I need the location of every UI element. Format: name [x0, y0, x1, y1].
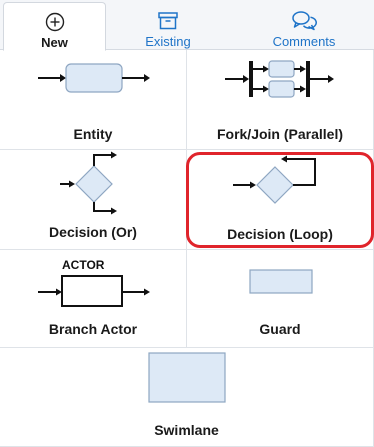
guard-label: Guard: [259, 321, 301, 337]
shape-entity[interactable]: Entity: [0, 50, 187, 150]
tab-existing-label: Existing: [145, 34, 191, 49]
shape-branch-actor[interactable]: ACTOR Branch Actor: [0, 250, 187, 348]
swimlane-shape-icon: [148, 352, 226, 403]
tab-existing[interactable]: Existing: [118, 2, 218, 50]
chat-bubbles-icon: [291, 10, 317, 32]
tab-comments[interactable]: Comments: [250, 2, 358, 50]
tab-new-label: New: [41, 35, 68, 50]
branch-actor-label: Branch Actor: [48, 321, 138, 337]
shape-decision-or[interactable]: Decision (Or): [0, 150, 187, 250]
shape-swimlane[interactable]: Swimlane: [0, 348, 374, 447]
decision-loop-shape-icon: [233, 155, 316, 204]
decision-or-shape-icon: [60, 151, 117, 215]
tab-bar: New Existing Comments: [0, 0, 374, 51]
decision-loop-label: Decision (Loop): [227, 226, 333, 242]
plus-circle-icon: [45, 11, 65, 33]
fork-join-label: Fork/Join (Parallel): [216, 126, 344, 142]
guard-shape-icon: [249, 269, 313, 294]
shape-fork-join[interactable]: Fork/Join (Parallel): [187, 50, 374, 150]
tab-comments-label: Comments: [272, 34, 336, 49]
swimlane-label: Swimlane: [154, 422, 219, 438]
branch-actor-shape-icon: ACTOR: [38, 258, 150, 307]
fork-join-shape-icon: [225, 60, 334, 98]
entity-shape-icon: [38, 63, 150, 93]
tab-new[interactable]: New: [3, 2, 106, 51]
archive-box-icon: [157, 10, 179, 32]
shape-guard[interactable]: Guard: [187, 250, 374, 348]
branch-actor-tag-text: ACTOR: [62, 258, 105, 272]
entity-label: Entity: [73, 126, 113, 142]
shape-decision-loop[interactable]: Decision (Loop): [187, 150, 374, 250]
decision-or-label: Decision (Or): [49, 224, 137, 240]
